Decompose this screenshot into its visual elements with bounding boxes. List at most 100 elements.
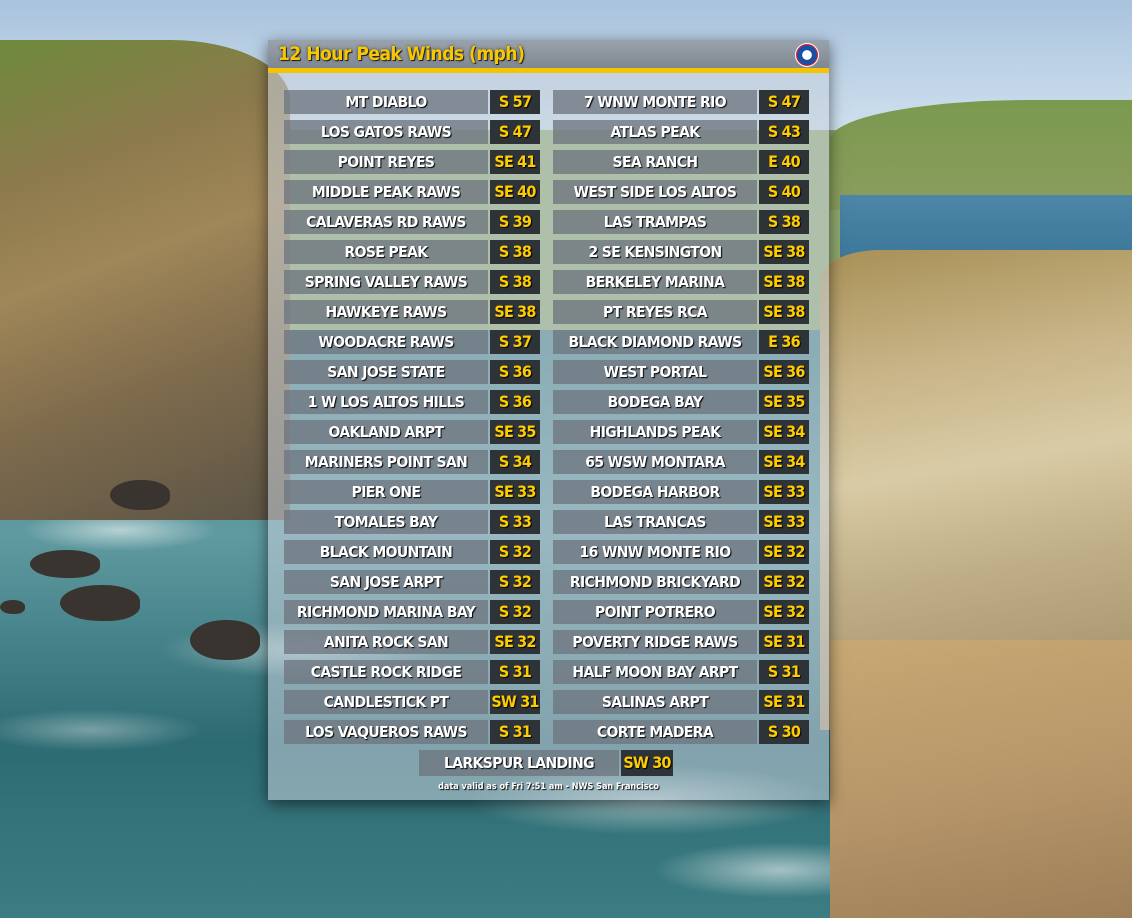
rock [60,585,140,621]
station-name: LAS TRAMPAS [553,210,757,234]
rock [190,620,260,660]
data-valid-note: data valid as of Fri 7:51 am - NWS San F… [438,782,659,792]
wind-value: SW 31 [490,690,540,714]
table-row: PT REYES RCA SE 38 [553,300,813,324]
station-name: 7 WNW MONTE RIO [553,90,757,114]
table-row: 16 WNW MONTE RIO SE 32 [553,540,813,564]
station-name: WEST PORTAL [553,360,757,384]
table-row: 2 SE KENSINGTON SE 38 [553,240,813,264]
table-row: OAKLAND ARPT SE 35 [284,420,544,444]
station-name: 2 SE KENSINGTON [553,240,757,264]
table-row: BODEGA BAY SE 35 [553,390,813,414]
table-row: POVERTY RIDGE RAWS SE 31 [553,630,813,654]
wind-value: SE 35 [490,420,540,444]
table-row: ROSE PEAK S 38 [284,240,544,264]
table-row: HIGHLANDS PEAK SE 34 [553,420,813,444]
wind-value: SE 35 [759,390,809,414]
station-name: 1 W LOS ALTOS HILLS [284,390,488,414]
station-name: BERKELEY MARINA [553,270,757,294]
table-row: TOMALES BAY S 33 [284,510,544,534]
wind-value: S 31 [490,660,540,684]
rock [30,550,100,578]
table-row: WEST PORTAL SE 36 [553,360,813,384]
station-name: WEST SIDE LOS ALTOS [553,180,757,204]
table-row: SAN JOSE STATE S 36 [284,360,544,384]
table-row: HALF MOON BAY ARPT S 31 [553,660,813,684]
station-name: 65 WSW MONTARA [553,450,757,474]
wind-value: SE 38 [759,270,809,294]
wind-value: SE 34 [759,420,809,444]
table-row: RICHMOND BRICKYARD SE 32 [553,570,813,594]
table-row: WEST SIDE LOS ALTOS S 40 [553,180,813,204]
table-row: CORTE MADERA S 30 [553,720,813,744]
station-name: TOMALES BAY [284,510,488,534]
left-cliff [0,40,290,520]
station-name: CASTLE ROCK RIDGE [284,660,488,684]
station-name: SAN JOSE ARPT [284,570,488,594]
station-name: LOS VAQUEROS RAWS [284,720,488,744]
table-row: 7 WNW MONTE RIO S 47 [553,90,813,114]
wind-value: S 36 [490,390,540,414]
wind-table: MT DIABLO S 57 7 WNW MONTE RIO S 47 LOS GATO… [284,90,813,744]
station-name: LARKSPUR LANDING [419,750,619,776]
wind-value: SE 38 [490,300,540,324]
wind-value: S 47 [759,90,809,114]
table-row: CANDLESTICK PT SW 31 [284,690,544,714]
table-row: SEA RANCH E 40 [553,150,813,174]
table-row: 65 WSW MONTARA SE 34 [553,450,813,474]
station-name: CALAVERAS RD RAWS [284,210,488,234]
station-name: PT REYES RCA [553,300,757,324]
table-row: BODEGA HARBOR SE 33 [553,480,813,504]
table-row: 1 W LOS ALTOS HILLS S 36 [284,390,544,414]
table-row: LAS TRAMPAS S 38 [553,210,813,234]
station-name: PIER ONE [284,480,488,504]
station-name: MT DIABLO [284,90,488,114]
station-name: HAWKEYE RAWS [284,300,488,324]
table-row: BERKELEY MARINA SE 38 [553,270,813,294]
wind-value: SE 32 [759,540,809,564]
station-name: CANDLESTICK PT [284,690,488,714]
wind-value: SE 38 [759,240,809,264]
station-name: SEA RANCH [553,150,757,174]
wind-value: SE 33 [759,510,809,534]
wind-value: S 37 [490,330,540,354]
table-row: MT DIABLO S 57 [284,90,544,114]
wind-value: S 30 [759,720,809,744]
station-name: ANITA ROCK SAN [284,630,488,654]
wind-value: S 32 [490,600,540,624]
table-row: LAS TRANCAS SE 33 [553,510,813,534]
station-name: SAN JOSE STATE [284,360,488,384]
table-row: SALINAS ARPT SE 31 [553,690,813,714]
table-row: BLACK MOUNTAIN S 32 [284,540,544,564]
station-name: POINT POTRERO [553,600,757,624]
station-name: ROSE PEAK [284,240,488,264]
station-name: MARINERS POINT SAN [284,450,488,474]
table-row: POINT POTRERO SE 32 [553,600,813,624]
wind-value: SE 41 [490,150,540,174]
station-name: RICHMOND MARINA BAY [284,600,488,624]
wind-value: SE 33 [490,480,540,504]
station-name: ATLAS PEAK [553,120,757,144]
table-row: WOODACRE RAWS S 37 [284,330,544,354]
station-name: POINT REYES [284,150,488,174]
wind-value: SE 31 [759,690,809,714]
wind-value: E 36 [759,330,809,354]
wind-value: S 33 [490,510,540,534]
wind-value: SE 31 [759,630,809,654]
station-name: HIGHLANDS PEAK [553,420,757,444]
wind-value: S 32 [490,570,540,594]
wind-value: S 38 [759,210,809,234]
wind-value: S 57 [490,90,540,114]
wind-value: SE 40 [490,180,540,204]
station-name: LOS GATOS RAWS [284,120,488,144]
station-name: BODEGA HARBOR [553,480,757,504]
table-row: CASTLE ROCK RIDGE S 31 [284,660,544,684]
wind-value: S 32 [490,540,540,564]
table-row: MIDDLE PEAK RAWS SE 40 [284,180,544,204]
table-row: SAN JOSE ARPT S 32 [284,570,544,594]
wind-value: SE 36 [759,360,809,384]
wind-value: SW 30 [621,750,673,776]
station-name: HALF MOON BAY ARPT [553,660,757,684]
station-name: MIDDLE PEAK RAWS [284,180,488,204]
station-name: LAS TRANCAS [553,510,757,534]
